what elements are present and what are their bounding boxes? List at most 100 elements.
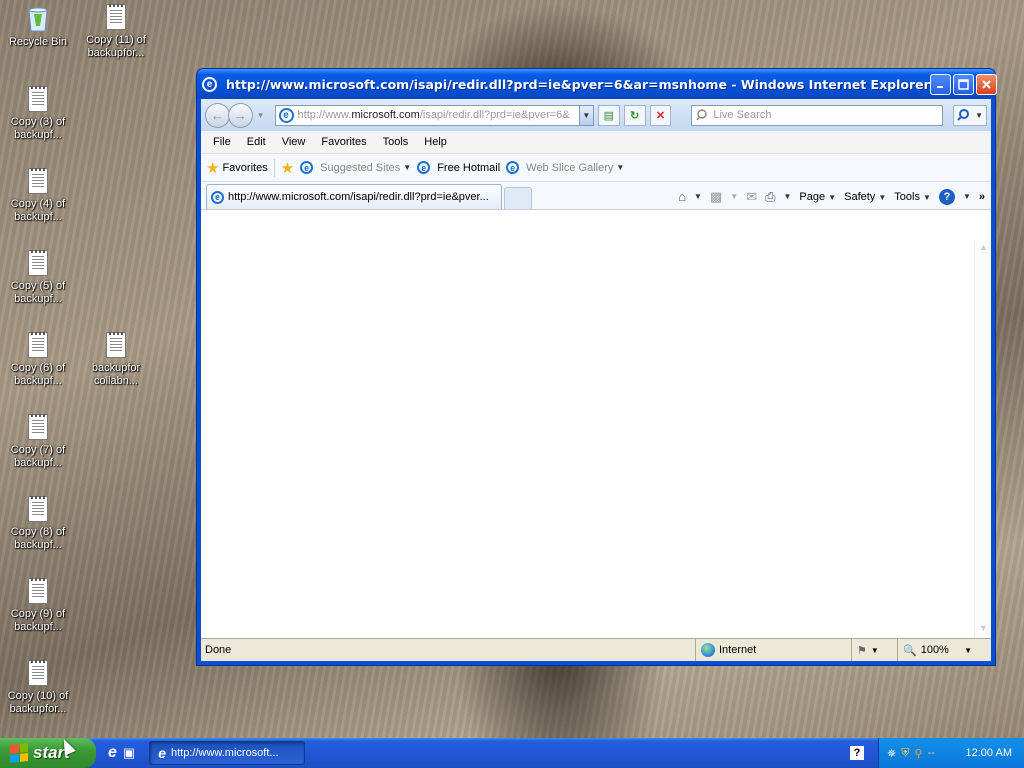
close-button[interactable] xyxy=(975,73,997,95)
zone-label: Internet xyxy=(719,644,757,656)
browser-tab[interactable]: e http://www.microsoft.com/isapi/redir.d… xyxy=(206,184,502,209)
desktop-icon-file[interactable]: Copy (6) of backupf... xyxy=(0,332,76,388)
text-file-icon xyxy=(28,168,48,194)
desktop-icon-file[interactable]: backupfor collabn... xyxy=(78,332,154,388)
tools-menu[interactable]: Tools ▼ xyxy=(894,191,931,203)
recent-pages-chevron-icon[interactable]: ▼ xyxy=(257,111,265,120)
zoom-level: 100% xyxy=(920,644,949,656)
forward-button[interactable]: → xyxy=(227,102,253,128)
ie-logo-icon: e xyxy=(158,745,166,761)
search-icon xyxy=(957,109,970,121)
favorites-button[interactable]: ★ Favorites xyxy=(206,159,268,177)
scroll-down-icon[interactable]: ▼ xyxy=(977,623,990,636)
desktop-icon-file[interactable]: Copy (5) of backupf... xyxy=(0,250,76,306)
clock[interactable]: 12:00 AM xyxy=(966,747,1012,759)
print-icon[interactable]: ⎙ xyxy=(765,189,775,205)
suggested-sites-link[interactable]: e Suggested Sites ▼ xyxy=(300,161,411,174)
compatibility-view-button[interactable]: ▤ xyxy=(597,104,620,126)
read-mail-icon[interactable]: ✉ xyxy=(746,189,757,205)
add-to-favorites-icon[interactable]: ★ xyxy=(281,159,294,177)
page-content[interactable] xyxy=(201,240,991,638)
command-bar: ⌂ ▼ ▩ ▼ ✉ ⎙ ▼ Page ▼ Safety ▼ Tools ▼ ? … xyxy=(678,184,991,209)
menu-help[interactable]: Help xyxy=(416,136,455,148)
vertical-scrollbar[interactable]: ▲ ▼ xyxy=(974,240,991,638)
rss-feed-icon[interactable]: ▩ xyxy=(710,189,722,205)
taskbar: start e ▣ e http://www.microsoft... ? ✵ … xyxy=(0,738,1024,768)
network-icon[interactable]: ✵ xyxy=(887,747,896,760)
search-input[interactable]: Live Search xyxy=(691,104,944,126)
back-button[interactable]: ← xyxy=(205,102,230,128)
desktop-icon-file[interactable]: Copy (10) of backupfor... xyxy=(0,660,76,716)
scroll-up-icon[interactable]: ▲ xyxy=(977,242,990,255)
desktop-icon-file[interactable]: Copy (4) of backupf... xyxy=(0,168,76,224)
desktop-icon-file[interactable]: Copy (9) of backupf... xyxy=(0,578,76,634)
forward-arrow-icon: → xyxy=(233,107,247,123)
menu-favorites[interactable]: Favorites xyxy=(313,136,374,148)
text-file-icon xyxy=(106,332,126,358)
address-bar[interactable]: e http://www. microsoft.com/isapi/redir.d… xyxy=(274,104,594,126)
back-arrow-icon: ← xyxy=(210,107,224,123)
ie-page-icon: e xyxy=(506,161,520,174)
safety-menu-label: Safety xyxy=(844,190,876,203)
free-hotmail-link[interactable]: e Free Hotmail xyxy=(417,161,500,174)
desktop-icon-label: Copy (8) of backupf... xyxy=(10,526,66,551)
zoom-button[interactable]: 🔍 100% ▼ xyxy=(897,639,991,661)
suggested-sites-label: Suggested Sites xyxy=(320,161,401,174)
minimize-button[interactable] xyxy=(929,73,951,95)
new-tab-button[interactable] xyxy=(504,187,532,209)
address-toolbar: ← → ▼ e http://www. microsoft.com/isapi/r… xyxy=(201,99,991,131)
taskbar-button-ie[interactable]: e http://www.microsoft... xyxy=(149,741,306,765)
safety-menu[interactable]: Safety ▼ xyxy=(844,191,886,203)
ie-quicklaunch-icon[interactable]: e xyxy=(108,744,117,762)
desktop-icon-label: Copy (6) of backupf... xyxy=(10,362,66,387)
chevron-down-icon[interactable]: ▼ xyxy=(975,111,983,120)
chevron-down-icon[interactable]: ▼ xyxy=(784,192,792,201)
menu-edit[interactable]: Edit xyxy=(239,136,274,148)
address-suffix: /isapi/redir.dll?prd=ie&pver=6& xyxy=(419,109,570,121)
desktop-icon-recycle-bin[interactable]: Recycle Bin xyxy=(0,4,76,49)
ie-page-icon: e xyxy=(300,161,314,174)
ie-window[interactable]: e http://www.microsoft.com/isapi/redir.d… xyxy=(196,68,997,666)
desktop-icon-label: backupfor collabn... xyxy=(91,362,141,387)
page-menu[interactable]: Page ▼ xyxy=(799,191,836,203)
show-desktop-icon[interactable]: ▣ xyxy=(123,745,135,761)
refresh-button[interactable]: ↻ xyxy=(623,104,646,126)
security-zone[interactable]: Internet xyxy=(695,639,851,661)
maximize-button[interactable] xyxy=(952,73,974,95)
magnifier-tray-icon[interactable]: ⚲ xyxy=(914,747,922,760)
desktop-icon-file[interactable]: Copy (8) of backupf... xyxy=(0,496,76,552)
chevron-down-icon[interactable]: ▼ xyxy=(730,192,738,201)
menu-file[interactable]: File xyxy=(205,136,239,148)
stop-button[interactable]: ✕ xyxy=(649,104,672,126)
desktop-icon-file[interactable]: Copy (11) of backupfor... xyxy=(78,4,154,60)
search-placeholder: Live Search xyxy=(713,109,772,121)
live-search-icon xyxy=(696,109,708,121)
help-icon[interactable]: ? xyxy=(938,188,955,205)
desktop-icon-label: Copy (11) of backupfor... xyxy=(86,34,146,59)
minimize-icon xyxy=(936,85,943,88)
text-file-icon xyxy=(28,86,48,112)
desktop-icon-label: Copy (7) of backupf... xyxy=(10,444,66,469)
status-bar: Done Internet ⚑ ▼ 🔍 100% ▼ xyxy=(201,638,991,661)
desktop-icon-file[interactable]: Copy (3) of backupf... xyxy=(0,86,76,142)
address-dropdown-button[interactable]: ▼ xyxy=(578,105,593,125)
more-commands-chevron-icon[interactable]: » xyxy=(979,191,985,203)
menu-tools[interactable]: Tools xyxy=(375,136,417,148)
favorites-star-icon: ★ xyxy=(206,159,220,177)
security-shield-icon[interactable]: ⛨ xyxy=(901,747,909,760)
window-titlebar[interactable]: e http://www.microsoft.com/isapi/redir.d… xyxy=(197,69,997,99)
ie-page-icon: e xyxy=(211,190,224,204)
desktop-icon-label: Copy (9) of backupf... xyxy=(10,608,66,633)
chevron-down-icon: ▼ xyxy=(403,163,412,172)
chevron-down-icon[interactable]: ▼ xyxy=(694,192,702,201)
search-button[interactable]: ▼ xyxy=(953,104,987,126)
protected-mode-icon: ⚑ xyxy=(857,644,867,657)
start-button[interactable]: start xyxy=(0,738,96,768)
menu-view[interactable]: View xyxy=(274,136,314,148)
web-slice-gallery-link[interactable]: e Web Slice Gallery ▼ xyxy=(506,161,624,174)
desktop-icon-file[interactable]: Copy (7) of backupf... xyxy=(0,414,76,470)
home-icon[interactable]: ⌂ xyxy=(678,189,686,204)
help-tray-icon[interactable]: ? xyxy=(850,746,864,760)
protected-mode-button[interactable]: ⚑ ▼ xyxy=(851,639,897,661)
chevron-down-icon[interactable]: ▼ xyxy=(963,192,971,201)
